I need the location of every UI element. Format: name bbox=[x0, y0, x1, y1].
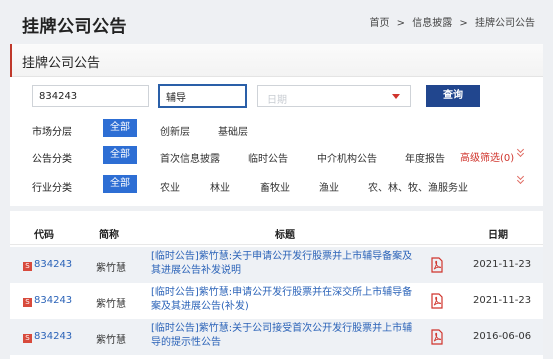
publish-date: 2016-06-06 bbox=[473, 331, 532, 342]
date-placeholder: 日期 bbox=[267, 95, 287, 106]
table-header: 代码 简称 标题 日期 bbox=[10, 217, 543, 245]
page-title: 挂牌公司公告 bbox=[22, 17, 127, 37]
table-row: S 834243 紫竹慧 [临时公告]紫竹慧:申请公开发行股票并在深交所上市辅导备… bbox=[10, 283, 543, 319]
breadcrumb-separator: > bbox=[396, 18, 406, 29]
top-bar: 挂牌公司公告 首页 > 信息披露 > 挂牌公司公告 bbox=[0, 0, 553, 44]
pdf-icon[interactable] bbox=[430, 293, 444, 309]
publish-date: 2021-11-23 bbox=[473, 295, 532, 306]
breadcrumb-disclosure[interactable]: 信息披露 bbox=[412, 18, 452, 29]
code-link[interactable]: S 834243 bbox=[23, 331, 72, 343]
stock-badge-icon: S bbox=[23, 298, 32, 307]
table-row: S 834243 紫竹慧 [临时公告]紫竹慧:关于公司接受首次公开发行股票并上市辅… bbox=[10, 319, 543, 355]
column-header-name: 简称 bbox=[99, 230, 119, 241]
pdf-icon[interactable] bbox=[430, 257, 444, 273]
announcement-title-link[interactable]: [临时公告]紫竹慧:关于申请公开发行股票并上市辅导备案及其进展公告补发说明 bbox=[151, 250, 416, 278]
filter-row-market-tier: 市场分层 全部 创新层 基础层 bbox=[10, 119, 543, 139]
table-row: S 834243 紫竹慧 [临时公告]紫竹慧:关于申请公开发行股票并上市辅导备案及… bbox=[10, 247, 543, 283]
filter-option[interactable]: 基础层 bbox=[218, 123, 248, 138]
query-button[interactable]: 查询 bbox=[426, 85, 480, 107]
filter-option[interactable]: 渔业 bbox=[319, 179, 339, 194]
announcement-title-link[interactable]: [临时公告]紫竹慧:申请公开发行股票并在深交所上市辅导备案及其进展公告(补发) bbox=[151, 286, 416, 314]
caret-down-icon bbox=[392, 94, 400, 99]
stock-badge-icon: S bbox=[23, 262, 32, 271]
filter-label: 市场分层 bbox=[32, 127, 72, 138]
filter-option[interactable]: 年度报告 bbox=[405, 150, 445, 165]
stock-badge-icon: S bbox=[23, 334, 32, 343]
filter-row-industry: 行业分类 全部 农业 林业 畜牧业 渔业 农、林、牧、渔服务业 bbox=[10, 172, 543, 195]
filter-option[interactable]: 中介机构公告 bbox=[317, 150, 377, 165]
section-header: 挂牌公司公告 bbox=[10, 44, 543, 77]
section-accent-bar bbox=[10, 44, 12, 77]
filter-option[interactable]: 农业 bbox=[160, 179, 180, 194]
code-input[interactable] bbox=[32, 85, 149, 107]
filter-option[interactable]: 畜牧业 bbox=[260, 179, 290, 194]
advanced-filter-link[interactable]: 高级筛选(0) bbox=[460, 149, 514, 164]
filter-option[interactable]: 创新层 bbox=[160, 123, 190, 138]
breadcrumb-separator: > bbox=[459, 18, 468, 29]
announcement-title-link[interactable]: [临时公告]紫竹慧:关于公司接受首次公开发行股票并上市辅导的提示性公告 bbox=[151, 322, 416, 350]
filter-label: 行业分类 bbox=[32, 183, 72, 194]
breadcrumb-current: 挂牌公司公告 bbox=[475, 18, 535, 29]
column-header-title: 标题 bbox=[275, 230, 295, 241]
filter-label: 公告分类 bbox=[32, 154, 72, 165]
publish-date: 2021-11-23 bbox=[473, 259, 532, 270]
name-input[interactable] bbox=[158, 84, 247, 108]
filter-panel: 挂牌公司公告 日期 查询 市场分层 全部 创新层 基础层 公告分类 全部 首次信… bbox=[10, 44, 543, 206]
filter-option[interactable]: 首次信息披露 bbox=[160, 150, 220, 165]
company-name: 紫竹慧 bbox=[96, 335, 126, 346]
filter-option[interactable]: 临时公告 bbox=[248, 150, 288, 165]
pdf-icon[interactable] bbox=[430, 329, 444, 345]
company-name: 紫竹慧 bbox=[96, 263, 126, 274]
filter-chip-all[interactable]: 全部 bbox=[103, 119, 137, 137]
section-title: 挂牌公司公告 bbox=[22, 56, 101, 71]
filter-chip-all[interactable]: 全部 bbox=[103, 146, 137, 164]
filter-option[interactable]: 农、林、牧、渔服务业 bbox=[368, 179, 468, 194]
filter-chip-all[interactable]: 全部 bbox=[103, 175, 137, 193]
column-header-code: 代码 bbox=[34, 230, 54, 241]
filter-option[interactable]: 林业 bbox=[210, 179, 230, 194]
code-link[interactable]: S 834243 bbox=[23, 295, 72, 307]
breadcrumb: 首页 > 信息披露 > 挂牌公司公告 bbox=[367, 14, 537, 29]
code-link[interactable]: S 834243 bbox=[23, 259, 72, 271]
filter-row-category: 公告分类 全部 首次信息披露 临时公告 中介机构公告 年度报告 高级筛选(0) bbox=[10, 145, 543, 166]
column-header-date: 日期 bbox=[488, 230, 508, 241]
company-name: 紫竹慧 bbox=[96, 299, 126, 310]
results-table: 代码 简称 标题 日期 S 834243 紫竹慧 [临时公告]紫竹慧:关于申请公开… bbox=[10, 211, 543, 359]
breadcrumb-home[interactable]: 首页 bbox=[369, 18, 389, 29]
date-select[interactable]: 日期 bbox=[257, 85, 411, 107]
